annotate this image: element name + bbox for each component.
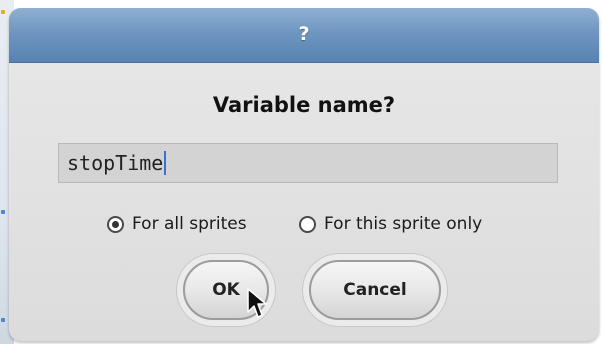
text-caret	[164, 151, 167, 175]
radio-selected-icon	[107, 215, 124, 233]
radio-for-all-sprites[interactable]: For all sprites	[107, 209, 247, 239]
radio-for-this-sprite-only-label: For this sprite only	[324, 214, 483, 234]
edge-marker-3	[1, 318, 5, 322]
dialog-body: Variable name? stopTime For all sprites …	[9, 63, 599, 341]
cancel-button[interactable]: Cancel	[309, 260, 441, 320]
screen: ? Variable name? stopTime For all sprite…	[0, 0, 603, 344]
cancel-button-label: Cancel	[343, 280, 407, 300]
radio-unselected-icon	[299, 215, 316, 233]
ok-button-label: OK	[212, 280, 240, 300]
dialog-title: ?	[298, 23, 310, 45]
variable-name-dialog: ? Variable name? stopTime For all sprite…	[9, 8, 599, 341]
radio-for-all-sprites-label: For all sprites	[132, 214, 247, 234]
edge-marker-1	[1, 10, 5, 14]
radio-for-this-sprite-only[interactable]: For this sprite only	[299, 209, 482, 239]
dialog-prompt: Variable name?	[212, 93, 396, 117]
scope-radio-group: For all sprites For this sprite only	[9, 209, 599, 239]
variable-name-value: stopTime	[67, 151, 164, 175]
arrow-pointer-icon	[247, 288, 267, 318]
variable-name-input[interactable]: stopTime	[58, 143, 558, 183]
edge-marker-2	[1, 210, 5, 214]
dialog-titlebar[interactable]: ?	[9, 8, 599, 63]
